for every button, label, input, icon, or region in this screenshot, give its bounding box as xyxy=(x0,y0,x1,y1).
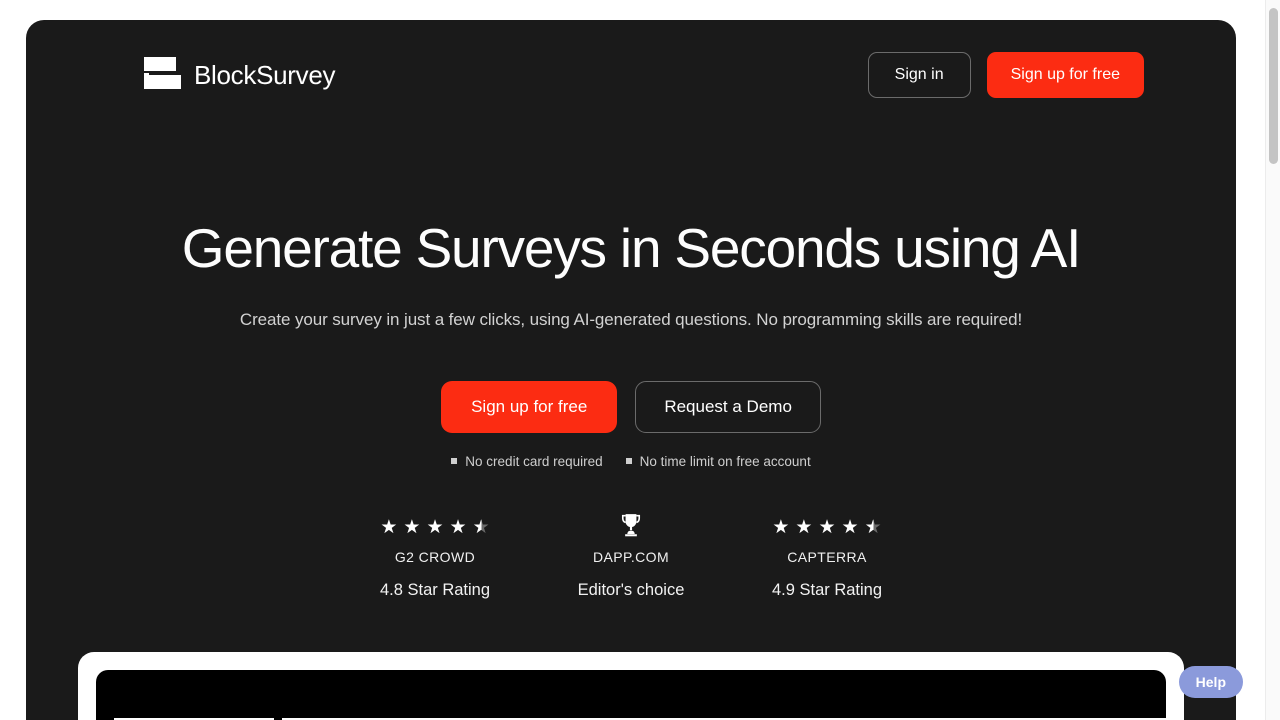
rating-value-label: Editor's choice xyxy=(577,580,685,599)
star-rating-icon: ★ ★ ★ ★ ★ xyxy=(337,511,533,545)
brand-name: BlockSurvey xyxy=(194,59,336,90)
hero-notes: No credit card required No time limit on… xyxy=(26,454,1236,469)
page-title: Generate Surveys in Seconds using AI xyxy=(181,217,1082,279)
star-half-icon: ★ xyxy=(472,517,490,539)
star-half-icon: ★ xyxy=(864,517,882,539)
trophy-icon xyxy=(618,511,644,545)
rating-value-label: 4.8 Star Rating xyxy=(379,580,491,599)
hero-section: Generate Surveys in Seconds using AI Cre… xyxy=(26,130,1236,600)
sign-up-button[interactable]: Sign up for free xyxy=(986,52,1144,98)
help-button[interactable]: Help xyxy=(1178,666,1243,698)
hero-note: No credit card required xyxy=(451,453,603,469)
site-header: BlockSurvey Sign in Sign up for free xyxy=(26,20,1236,130)
app-container: BlockSurvey Sign in Sign up for free Gen… xyxy=(26,20,1236,720)
product-preview-screen xyxy=(96,670,1166,720)
star-icon: ★ xyxy=(795,517,813,539)
browser-viewport: BlockSurvey Sign in Sign up for free Gen… xyxy=(0,0,1280,720)
rating-source-label: G2 CROWD xyxy=(394,548,476,565)
blocksurvey-logo-icon xyxy=(144,55,181,95)
bullet-square-icon xyxy=(451,458,458,465)
trophy-icon-wrap xyxy=(533,511,729,545)
scrollbar-thumb[interactable] xyxy=(1269,8,1278,164)
hero-sign-up-button[interactable]: Sign up for free xyxy=(441,380,618,433)
hero-subtitle: Create your survey in just a few clicks,… xyxy=(239,309,1023,329)
star-icon: ★ xyxy=(426,517,444,539)
star-rating-icon: ★ ★ ★ ★ ★ xyxy=(729,511,925,545)
hero-cta-group: Sign up for free Request a Demo xyxy=(26,380,1236,433)
hero-note: No time limit on free account xyxy=(625,453,811,469)
ratings-row: ★ ★ ★ ★ ★ G2 CROWD 4.8 Star Rating DAPP.… xyxy=(26,511,1236,600)
product-preview-card xyxy=(78,652,1184,720)
request-demo-button[interactable]: Request a Demo xyxy=(635,380,821,433)
star-icon: ★ xyxy=(403,517,421,539)
rating-source-label: CAPTERRA xyxy=(787,548,867,565)
sign-in-button[interactable]: Sign in xyxy=(867,52,971,98)
rating-item-capterra: ★ ★ ★ ★ ★ CAPTERRA 4.9 Star Rating xyxy=(729,511,925,600)
star-icon: ★ xyxy=(772,517,790,539)
hero-note-label: No credit card required xyxy=(465,453,603,469)
page-scrollbar[interactable] xyxy=(1265,0,1280,720)
star-icon: ★ xyxy=(449,517,467,539)
hero-note-label: No time limit on free account xyxy=(639,453,811,469)
star-icon: ★ xyxy=(380,517,398,539)
star-icon: ★ xyxy=(841,517,859,539)
bullet-square-icon xyxy=(625,458,632,465)
rating-item-g2-crowd: ★ ★ ★ ★ ★ G2 CROWD 4.8 Star Rating xyxy=(337,511,533,600)
rating-item-dapp-com: DAPP.COM Editor's choice xyxy=(533,511,729,600)
header-actions: Sign in Sign up for free xyxy=(867,52,1144,98)
star-icon: ★ xyxy=(818,517,836,539)
brand-logo[interactable]: BlockSurvey xyxy=(144,55,336,95)
rating-source-label: DAPP.COM xyxy=(592,548,670,565)
rating-value-label: 4.9 Star Rating xyxy=(771,580,883,599)
